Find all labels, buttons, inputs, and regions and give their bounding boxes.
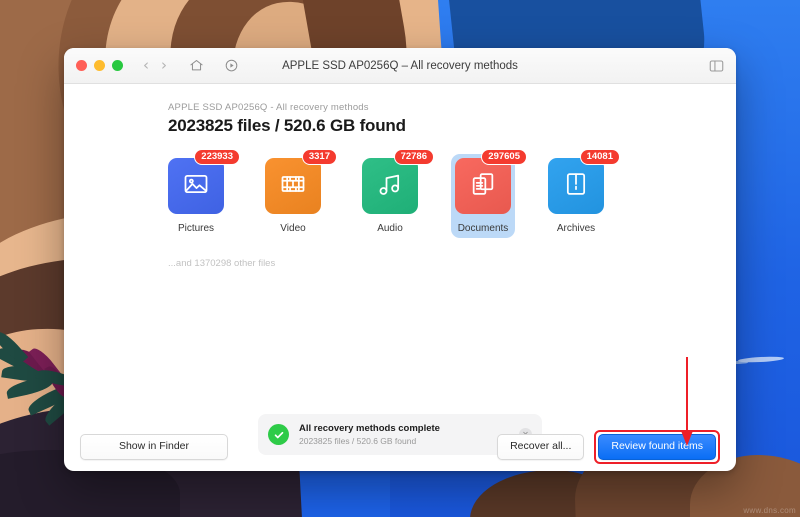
recover-all-button[interactable]: Recover all...: [497, 434, 585, 460]
archive-icon: [562, 170, 590, 203]
category-count-badge: 297605: [481, 149, 527, 165]
scan-header: APPLE SSD AP0256Q - All recovery methods…: [64, 102, 736, 136]
maximize-window-button[interactable]: [112, 60, 123, 71]
category-icon-box: 72786: [362, 149, 434, 214]
window-footer: Show in Finder Recover all... Review fou…: [64, 423, 736, 471]
forward-chevron-right-icon[interactable]: ›: [161, 58, 167, 73]
category-count-badge: 3317: [301, 149, 337, 165]
music-note-icon: [376, 170, 404, 203]
desktop-wallpaper: www.dns.com ‹ › APPLE SSD AP0256Q – All …: [0, 0, 800, 517]
category-tile-audio[interactable]: 72786 Audio: [358, 149, 434, 234]
footer-right-actions: Recover all... Review found items: [497, 430, 720, 464]
window-titlebar: ‹ › APPLE SSD AP0256Q – All recovery met…: [64, 48, 736, 84]
scan-result-title: 2023825 files / 520.6 GB found: [168, 116, 406, 135]
traffic-lights: [76, 60, 123, 71]
desktop-watermark: www.dns.com: [743, 506, 796, 515]
nav-buttons: ‹ ›: [143, 58, 167, 73]
window-content: APPLE SSD AP0256Q - All recovery methods…: [64, 84, 736, 455]
show-in-finder-button[interactable]: Show in Finder: [80, 434, 228, 460]
category-count-badge: 223933: [194, 149, 240, 165]
category-icon-box: 3317: [265, 149, 337, 214]
home-icon[interactable]: [189, 58, 204, 73]
documents-icon: [469, 170, 497, 203]
close-window-button[interactable]: [76, 60, 87, 71]
scan-subtitle: APPLE SSD AP0256Q - All recovery methods: [168, 102, 369, 113]
category-count-badge: 72786: [393, 149, 434, 165]
category-icon-box: 14081: [548, 149, 620, 214]
category-tile-video[interactable]: 3317 Video: [261, 149, 337, 234]
category-tile-archives[interactable]: 14081 Archives: [544, 149, 620, 234]
category-icon-box: 297605: [455, 149, 527, 214]
category-label: Archives: [556, 223, 596, 234]
other-files-text: ...and 1370298 other files: [168, 258, 276, 269]
review-found-items-highlight: Review found items: [594, 430, 720, 464]
category-tiles: 223933 Pictures 3317 Video 72786 Audio 297605 D…: [64, 149, 736, 238]
category-label: Video: [280, 223, 306, 234]
category-label: Documents: [457, 223, 509, 234]
category-count-badge: 14081: [579, 149, 620, 165]
category-label: Pictures: [177, 223, 215, 234]
picture-icon: [182, 170, 210, 203]
review-found-items-button[interactable]: Review found items: [598, 434, 716, 460]
play-circle-icon[interactable]: [224, 58, 239, 73]
category-tile-documents[interactable]: 297605 Documents: [451, 149, 527, 238]
film-icon: [279, 170, 307, 203]
category-label: Audio: [377, 223, 403, 234]
back-chevron-left-icon[interactable]: ‹: [143, 58, 149, 73]
app-window: ‹ › APPLE SSD AP0256Q – All recovery met…: [64, 48, 736, 471]
minimize-window-button[interactable]: [94, 60, 105, 71]
sidebar-toggle-icon[interactable]: [709, 59, 724, 73]
category-icon-box: 223933: [168, 149, 240, 214]
category-tile-pictures[interactable]: 223933 Pictures: [164, 149, 240, 234]
